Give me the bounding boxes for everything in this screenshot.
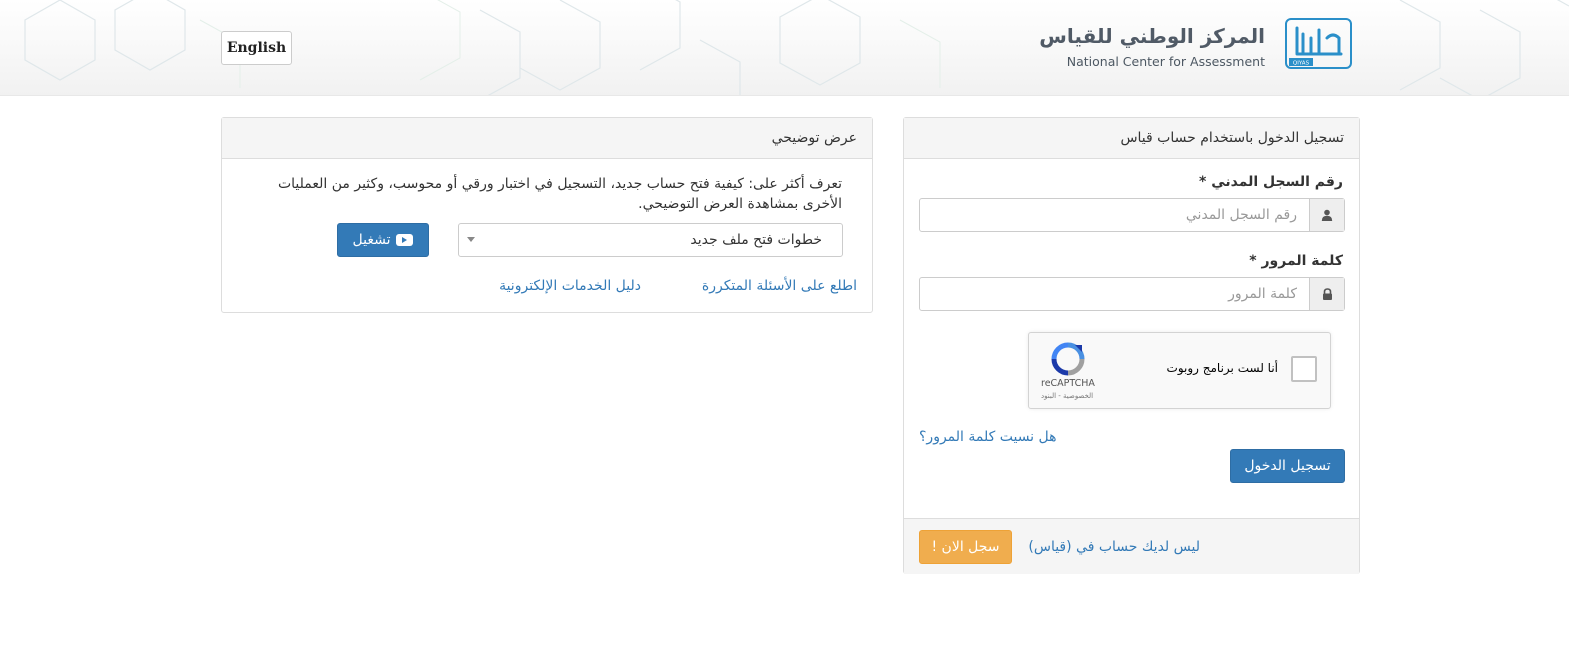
play-demo-label: تشغيل xyxy=(352,232,391,248)
qiyas-logo-icon: QIYAS xyxy=(1285,18,1352,69)
faq-link[interactable]: اطلع على الأسئلة المتكررة xyxy=(702,278,857,294)
user-icon xyxy=(1309,199,1344,231)
password-input[interactable] xyxy=(920,278,1309,310)
demo-select-value: خطوات فتح ملف جديد xyxy=(690,232,822,248)
recaptcha-logo-icon xyxy=(1051,342,1085,376)
forgot-password-link[interactable]: هل نسيت كلمة المرور؟ xyxy=(919,429,1057,445)
civil-id-label: رقم السجل المدني * xyxy=(1199,174,1343,190)
logo-arabic-text: المركز الوطني للقياس xyxy=(1039,24,1265,48)
lock-icon xyxy=(1309,278,1344,310)
recaptcha-terms-link[interactable]: الخصوصية - البنود xyxy=(1041,392,1093,400)
logo-mark-text: QIYAS xyxy=(1293,61,1310,67)
recaptcha-widget: أنا لست برنامج روبوت reCAPTCHA الخصوصية … xyxy=(1028,332,1331,409)
login-panel-title: تسجيل الدخول باستخدام حساب قياس xyxy=(904,118,1359,159)
demo-panel: عرض توضيحي تعرف أكثر على: كيفية فتح حساب… xyxy=(221,117,873,313)
civil-id-input-group xyxy=(919,198,1345,232)
recaptcha-checkbox[interactable] xyxy=(1291,356,1317,382)
recaptcha-label: أنا لست برنامج روبوت xyxy=(1166,361,1278,375)
language-switch-button[interactable]: English xyxy=(221,31,292,65)
password-label: كلمة المرور * xyxy=(1249,253,1343,269)
play-demo-button[interactable]: تشغيل xyxy=(337,223,429,257)
youtube-play-icon xyxy=(396,234,414,246)
password-input-group xyxy=(919,277,1345,311)
demo-panel-title: عرض توضيحي xyxy=(222,118,872,159)
login-button[interactable]: تسجيل الدخول xyxy=(1230,449,1345,483)
e-services-guide-link[interactable]: دليل الخدمات الإلكترونية xyxy=(499,278,641,294)
no-account-text: ليس لديك حساب في (قياس) xyxy=(1028,539,1200,555)
civil-id-input[interactable] xyxy=(920,199,1309,231)
login-panel: تسجيل الدخول باستخدام حساب قياس رقم السج… xyxy=(903,117,1360,574)
login-footer: ليس لديك حساب في (قياس) سجل الان ! xyxy=(904,518,1359,574)
logo-english-text: National Center for Assessment xyxy=(1066,54,1265,69)
page-header: English المركز الوطني للقياس National Ce… xyxy=(0,0,1569,96)
demo-description: تعرف أكثر على: كيفية فتح حساب جديد، التس… xyxy=(277,176,842,212)
recaptcha-brand: reCAPTCHA xyxy=(1041,378,1095,389)
demo-video-select[interactable]: خطوات فتح ملف جديد xyxy=(458,223,843,257)
chevron-down-icon xyxy=(467,237,475,242)
register-now-button[interactable]: سجل الان ! xyxy=(919,530,1012,564)
